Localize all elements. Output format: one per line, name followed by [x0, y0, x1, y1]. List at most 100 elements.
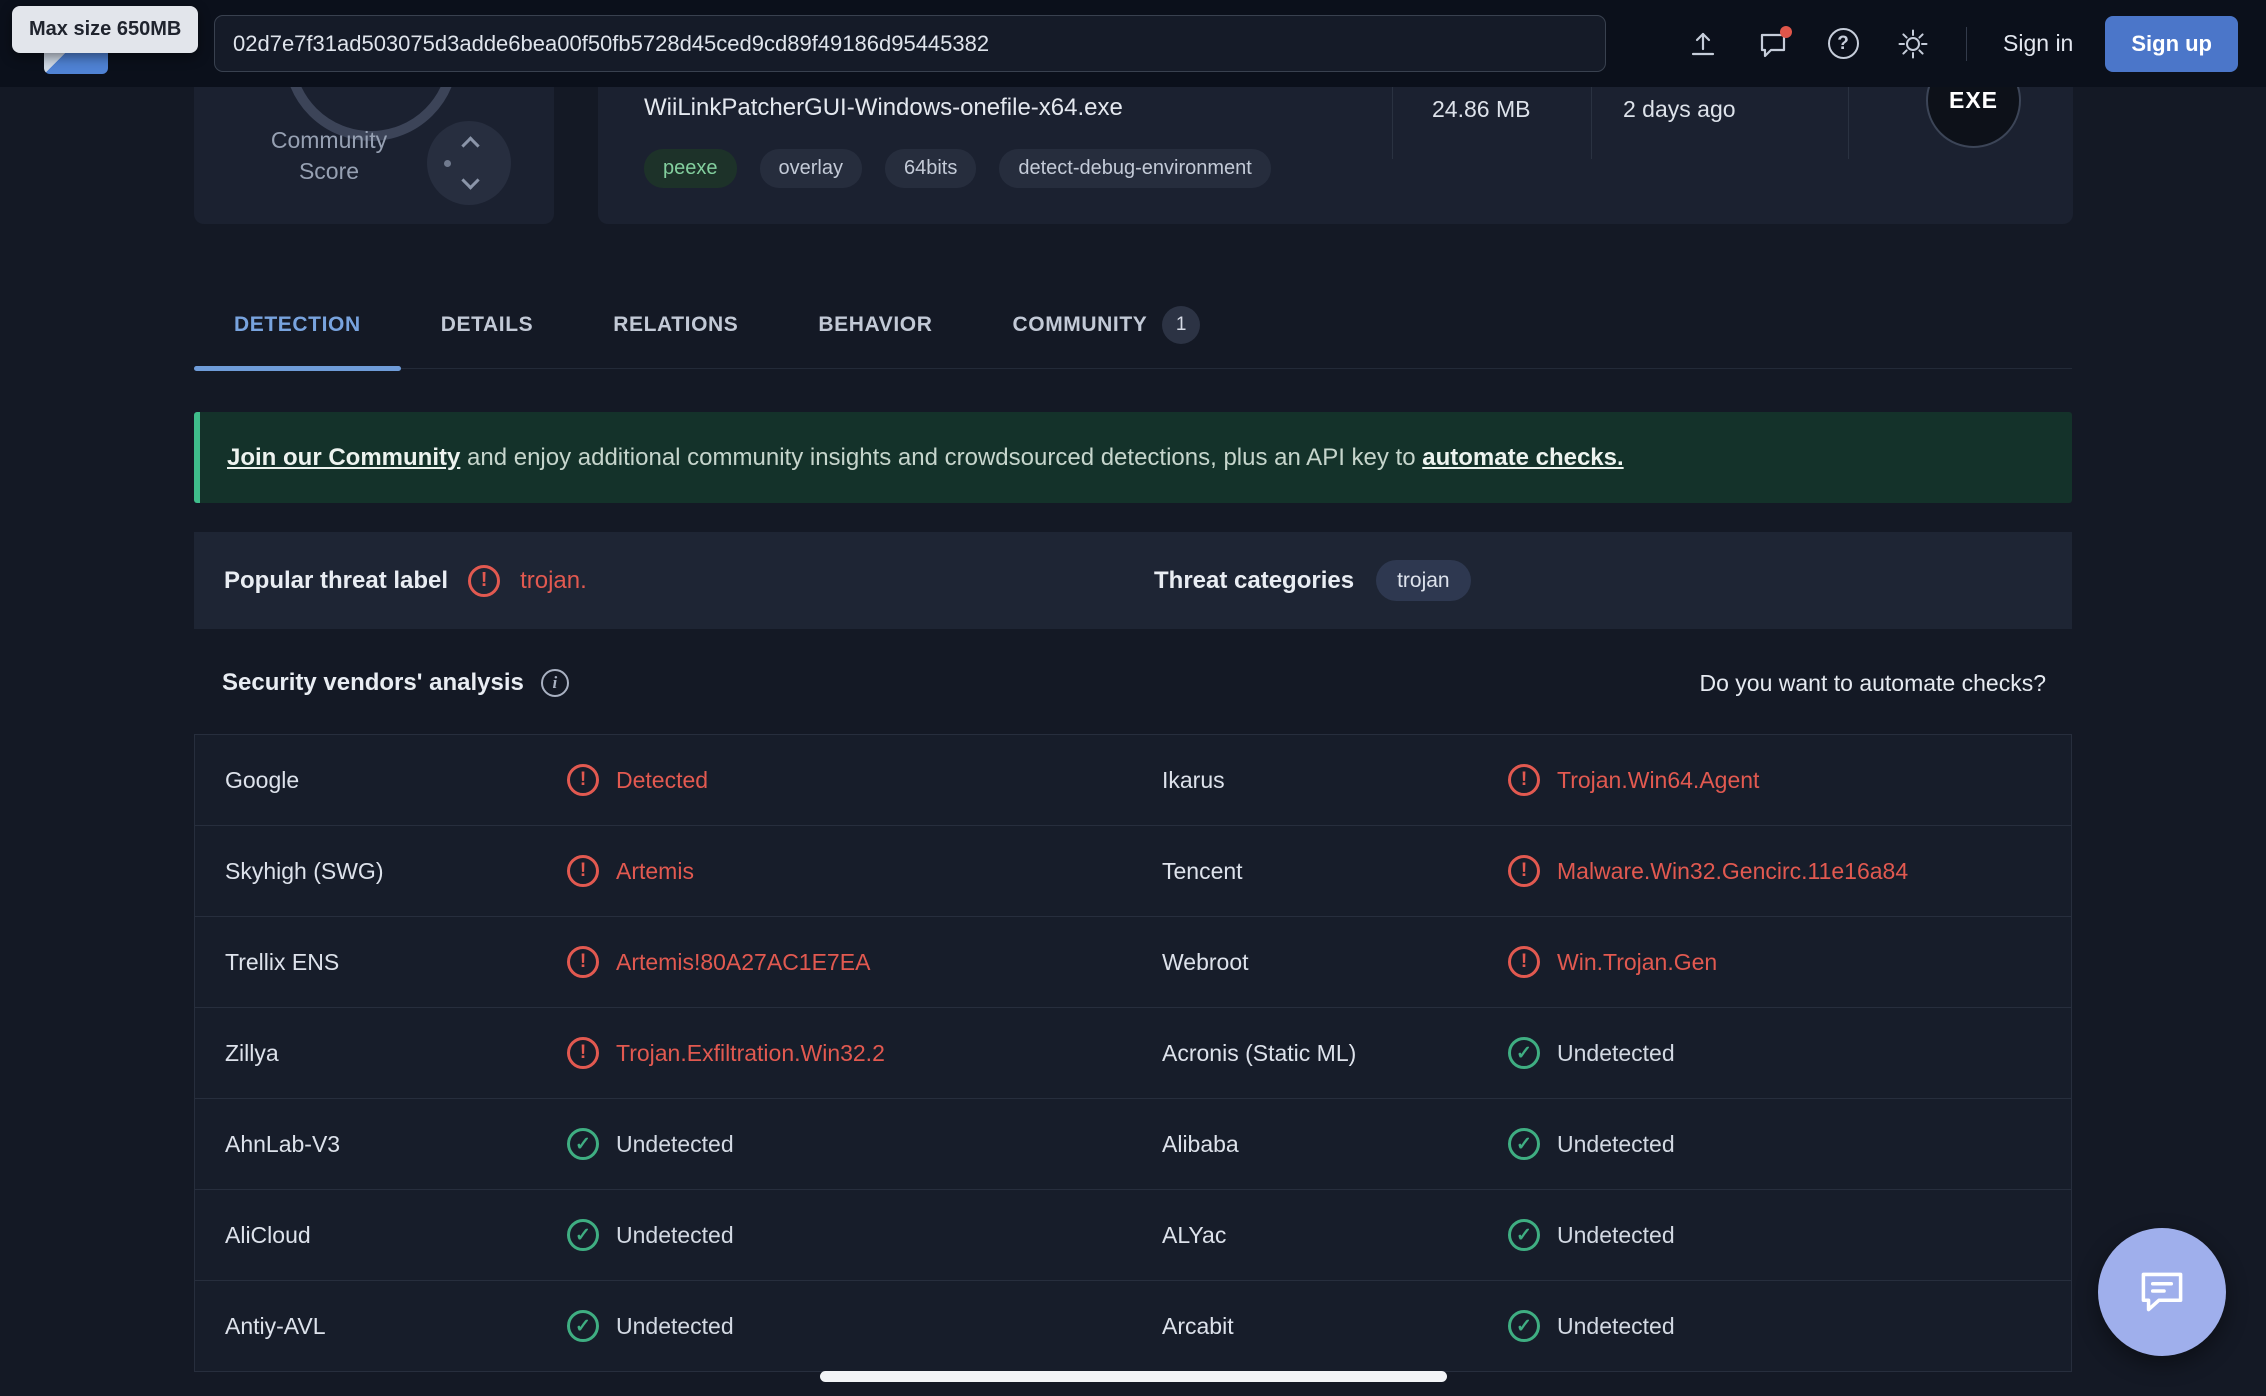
- status-icon: ✓: [567, 1219, 599, 1251]
- tag-detect-debug-environment[interactable]: detect-debug-environment: [999, 149, 1270, 188]
- last-analysis-date: 2 days ago: [1623, 96, 1736, 123]
- status-icon: ✓: [1508, 1310, 1540, 1342]
- vendor-name: Arcabit: [1162, 1313, 1508, 1340]
- chat-fab-button[interactable]: [2098, 1228, 2226, 1356]
- detection-result: ! Artemis: [567, 855, 1162, 887]
- vendors-analysis-header: Security vendors' analysis i Do you want…: [194, 655, 2072, 711]
- vendor-name: Ikarus: [1162, 767, 1508, 794]
- tag-64bits[interactable]: 64bits: [885, 149, 976, 188]
- threat-categories-title: Threat categories: [1154, 567, 1354, 595]
- vendor-row: Antiy-AVL ✓ Undetected Arcabit ✓ Undetecte…: [195, 1281, 2071, 1372]
- vendor-row: Zillya !Trojan.Exfiltration.Win32.2 Acro…: [195, 1008, 2071, 1099]
- status-icon: ✓: [1508, 1219, 1540, 1251]
- comments-button[interactable]: [1751, 22, 1795, 66]
- result-text: Artemis!80A27AC1E7EA: [616, 949, 870, 976]
- vendors-analysis-title: Security vendors' analysis: [222, 669, 524, 697]
- vendor-name: Trellix ENS: [225, 949, 567, 976]
- vendor-name: Webroot: [1162, 949, 1508, 976]
- join-community-banner: Join our Community and enjoy additional …: [194, 412, 2072, 503]
- vendor-name: Google: [225, 767, 567, 794]
- status-icon: !: [567, 855, 599, 887]
- meta-divider: [1392, 87, 1393, 159]
- vendor-row: AhnLab-V3 ✓Undetected Alibaba ✓Undetecte…: [195, 1099, 2071, 1190]
- result-text: Undetected: [616, 1131, 734, 1158]
- automate-checks-question-link[interactable]: Do you want to automate checks?: [1700, 670, 2046, 697]
- tab-label: COMMUNITY: [1013, 313, 1148, 337]
- upload-button[interactable]: [1681, 22, 1725, 66]
- detection-result: !Trojan.Exfiltration.Win32.2: [567, 1037, 1162, 1069]
- file-type-badge: EXE: [1926, 87, 2021, 148]
- banner-text: and enjoy additional community insights …: [460, 444, 1422, 471]
- result-text: Undetected: [616, 1222, 734, 1249]
- tab-label: DETAILS: [441, 313, 533, 337]
- tab-behavior[interactable]: BEHAVIOR: [778, 282, 972, 368]
- sign-up-button[interactable]: Sign up: [2105, 16, 2238, 72]
- vendor-name: Skyhigh (SWG): [225, 858, 567, 885]
- result-text: Trojan.Win64.Agent: [1557, 767, 1759, 794]
- sign-in-link[interactable]: Sign in: [2003, 30, 2073, 57]
- meta-divider: [1591, 87, 1592, 159]
- info-icon[interactable]: i: [541, 669, 569, 697]
- vendor-row: Trellix ENS ! Artemis!80A27AC1E7EA Webroo…: [195, 917, 2071, 1008]
- vendor-name: Antiy-AVL: [225, 1313, 567, 1340]
- report-tabs: DETECTION DETAILS RELATIONS BEHAVIOR COM…: [194, 282, 2072, 369]
- popular-threat-label: Popular threat label ! trojan.: [224, 532, 587, 629]
- detection-result: !Detected: [567, 764, 1162, 796]
- detection-result: ✓ Undetected: [567, 1219, 1162, 1251]
- notification-dot: [1780, 26, 1792, 38]
- tag-overlay[interactable]: overlay: [760, 149, 862, 188]
- threat-category-chip[interactable]: trojan: [1376, 560, 1471, 601]
- join-community-link[interactable]: Join our Community: [227, 444, 460, 471]
- result-text: Malware.Win32.Gencirc.11e16a84: [1557, 858, 1908, 885]
- result-text: Undetected: [1557, 1313, 1675, 1340]
- file-name: WiiLinkPatcherGUI-Windows-onefile-x64.ex…: [644, 94, 1123, 122]
- file-summary-card: WiiLinkPatcherGUI-Windows-onefile-x64.ex…: [598, 87, 2073, 224]
- detection-result: ✓Undetected: [1508, 1219, 2071, 1251]
- search-input[interactable]: [214, 15, 1606, 72]
- status-icon: !: [567, 764, 599, 796]
- tab-details[interactable]: DETAILS: [401, 282, 573, 368]
- meta-divider: [1848, 87, 1849, 159]
- tab-detection[interactable]: DETECTION: [194, 282, 401, 368]
- tab-relations[interactable]: RELATIONS: [573, 282, 778, 368]
- popular-threat-label-title: Popular threat label: [224, 567, 448, 595]
- detection-result: ✓Undetected: [1508, 1128, 2071, 1160]
- status-icon: ✓: [1508, 1037, 1540, 1069]
- detection-result: !Trojan.Win64.Agent: [1508, 764, 2071, 796]
- popular-threat-label-value: trojan.: [520, 567, 587, 595]
- result-text: Undetected: [1557, 1040, 1675, 1067]
- help-icon: ?: [1828, 28, 1859, 59]
- detection-result: ✓ Undetected: [1508, 1310, 2071, 1342]
- status-icon: !: [567, 1037, 599, 1069]
- vendor-row: Google !Detected Ikarus !Trojan.Win64.Ag…: [195, 735, 2071, 826]
- vote-up-icon[interactable]: [461, 136, 479, 154]
- detection-result: ✓Undetected: [567, 1128, 1162, 1160]
- tab-label: RELATIONS: [613, 313, 738, 337]
- vendor-name: Zillya: [225, 1040, 567, 1067]
- file-size: 24.86 MB: [1432, 96, 1530, 123]
- tab-label: BEHAVIOR: [818, 313, 932, 337]
- tag-peexe[interactable]: peexe: [644, 149, 737, 188]
- help-button[interactable]: ?: [1821, 22, 1865, 66]
- vendor-row: Skyhigh (SWG) !Artemis Tencent !Malware.…: [195, 826, 2071, 917]
- tab-community[interactable]: COMMUNITY 1: [973, 282, 1241, 368]
- result-text: Undetected: [616, 1313, 734, 1340]
- community-count-badge: 1: [1162, 306, 1200, 344]
- community-score-card: Community Score: [194, 87, 554, 224]
- topbar-actions: ? Sign in Sign up: [1668, 0, 2266, 87]
- upload-icon: [1688, 29, 1718, 59]
- theme-toggle-button[interactable]: [1891, 22, 1935, 66]
- detection-result: !Malware.Win32.Gencirc.11e16a84: [1508, 855, 2071, 887]
- vendor-name: Alibaba: [1162, 1131, 1508, 1158]
- result-text: Artemis: [616, 858, 694, 885]
- horizontal-scrollbar[interactable]: [820, 1371, 1447, 1382]
- automate-checks-link[interactable]: automate checks.: [1422, 444, 1623, 471]
- max-size-tooltip: Max size 650MB: [12, 6, 198, 53]
- vendor-row: AliCloud ✓Undetected ALYac ✓Undetected: [195, 1190, 2071, 1281]
- status-icon: !: [1508, 946, 1540, 978]
- vote-down-icon[interactable]: [461, 171, 479, 189]
- threat-label-band: Popular threat label ! trojan. Threat ca…: [194, 532, 2072, 629]
- vote-widget[interactable]: [427, 121, 511, 205]
- status-icon: !: [567, 946, 599, 978]
- status-icon: ✓: [567, 1310, 599, 1342]
